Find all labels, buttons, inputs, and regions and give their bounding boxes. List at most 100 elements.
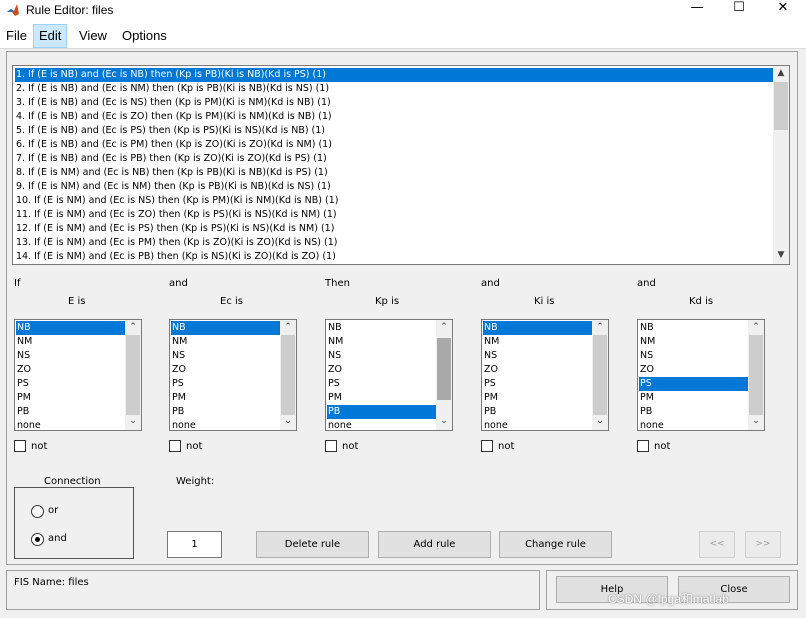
listbox-item[interactable]: PM xyxy=(16,391,127,405)
menu-file[interactable]: File xyxy=(1,24,32,48)
listbox-item[interactable]: NS xyxy=(16,349,127,363)
scroll-down-icon[interactable]: ⌄ xyxy=(748,416,764,426)
listbox-item[interactable]: NB xyxy=(483,321,594,335)
listbox-item[interactable]: PS xyxy=(327,377,438,391)
listbox-item[interactable]: PS xyxy=(171,377,282,391)
weight-input[interactable]: 1 xyxy=(167,531,222,558)
radio-or[interactable] xyxy=(31,505,44,518)
listbox-item[interactable]: PM xyxy=(171,391,282,405)
listbox-scrollbar[interactable]: ⌃ ⌄ xyxy=(280,320,296,430)
rule-row[interactable]: 10. If (E is NM) and (Ec is NS) then (Kp… xyxy=(15,194,774,208)
listbox-item[interactable]: ZO xyxy=(16,363,127,377)
scroll-up-icon[interactable]: ⌃ xyxy=(592,322,608,332)
listbox-item[interactable]: PB xyxy=(639,405,750,419)
listbox-item[interactable]: PM xyxy=(639,391,750,405)
scroll-down-icon[interactable]: ⌄ xyxy=(592,416,608,426)
change-rule-button[interactable]: Change rule xyxy=(499,531,612,558)
rule-row[interactable]: 8. If (E is NM) and (Ec is NB) then (Kp … xyxy=(15,166,774,180)
listbox-item[interactable]: PS xyxy=(483,377,594,391)
rule-list-scrollbar[interactable]: ▲ ▼ xyxy=(773,66,789,264)
listbox-item[interactable]: none xyxy=(639,419,750,430)
listbox-item[interactable]: none xyxy=(327,419,438,430)
delete-rule-button[interactable]: Delete rule xyxy=(256,531,369,558)
add-rule-button[interactable]: Add rule xyxy=(378,531,491,558)
listbox-item[interactable]: NB xyxy=(16,321,127,335)
rule-row[interactable]: 3. If (E is NB) and (Ec is NS) then (Kp … xyxy=(15,96,774,110)
rule-row[interactable]: 6. If (E is NB) and (Ec is PM) then (Kp … xyxy=(15,138,774,152)
scroll-down-icon[interactable]: ⌄ xyxy=(436,416,452,426)
rule-row[interactable]: 1. If (E is NB) and (Ec is NB) then (Kp … xyxy=(15,68,774,82)
listbox-item[interactable]: none xyxy=(171,419,282,430)
listbox-item[interactable]: NM xyxy=(171,335,282,349)
menu-view[interactable]: View xyxy=(74,24,112,48)
listbox-item[interactable]: PB xyxy=(16,405,127,419)
scroll-thumb[interactable] xyxy=(281,335,295,415)
listbox-scrollbar[interactable]: ⌃ ⌄ xyxy=(125,320,141,430)
listbox-ec[interactable]: NB NM NS ZO PS PM PB none ⌃ ⌄ xyxy=(169,319,297,431)
rule-row[interactable]: 4. If (E is NB) and (Ec is ZO) then (Kp … xyxy=(15,110,774,124)
close-window-button[interactable]: ✕ xyxy=(763,0,803,18)
rule-row[interactable]: 5. If (E is NB) and (Ec is PS) then (Kp … xyxy=(15,124,774,138)
not-checkbox-e[interactable] xyxy=(14,440,26,452)
rule-row[interactable]: 12. If (E is NM) and (Ec is PS) then (Kp… xyxy=(15,222,774,236)
listbox-item[interactable]: none xyxy=(483,419,594,430)
menu-options[interactable]: Options xyxy=(117,24,172,48)
radio-and[interactable] xyxy=(31,533,44,546)
listbox-item[interactable]: NS xyxy=(327,349,438,363)
listbox-item[interactable]: NS xyxy=(483,349,594,363)
scroll-up-icon[interactable]: ⌃ xyxy=(125,322,141,332)
listbox-item[interactable]: ZO xyxy=(327,363,438,377)
rule-row[interactable]: 2. If (E is NB) and (Ec is NM) then (Kp … xyxy=(15,82,774,96)
listbox-scrollbar[interactable]: ⌃ ⌄ xyxy=(748,320,764,430)
listbox-e[interactable]: NB NM NS ZO PS PM PB none ⌃ ⌄ xyxy=(14,319,142,431)
scroll-up-icon[interactable]: ⌃ xyxy=(748,322,764,332)
listbox-item[interactable]: NB xyxy=(327,321,438,335)
scroll-thumb[interactable] xyxy=(774,82,788,130)
listbox-item[interactable]: NB xyxy=(171,321,282,335)
listbox-item[interactable]: NS xyxy=(171,349,282,363)
listbox-item[interactable]: PB xyxy=(171,405,282,419)
menu-edit[interactable]: Edit xyxy=(33,24,68,48)
not-checkbox-ec[interactable] xyxy=(169,440,181,452)
prev-rule-button[interactable]: << xyxy=(699,531,735,558)
not-checkbox-ki[interactable] xyxy=(481,440,493,452)
scroll-up-icon[interactable]: ⌃ xyxy=(280,322,296,332)
listbox-item[interactable]: ZO xyxy=(171,363,282,377)
minimize-button[interactable]: — xyxy=(677,0,717,18)
scroll-up-icon[interactable]: ⌃ xyxy=(436,322,452,332)
not-checkbox-kd[interactable] xyxy=(637,440,649,452)
scroll-down-icon[interactable]: ▼ xyxy=(773,250,789,260)
scroll-thumb[interactable] xyxy=(437,338,451,400)
scroll-down-icon[interactable]: ⌄ xyxy=(280,416,296,426)
rule-row[interactable]: 11. If (E is NM) and (Ec is ZO) then (Kp… xyxy=(15,208,774,222)
maximize-button[interactable]: ☐ xyxy=(719,0,759,18)
rule-row[interactable]: 7. If (E is NB) and (Ec is PB) then (Kp … xyxy=(15,152,774,166)
listbox-item[interactable]: ZO xyxy=(483,363,594,377)
listbox-item[interactable]: PM xyxy=(483,391,594,405)
listbox-item[interactable]: none xyxy=(16,419,127,430)
scroll-thumb[interactable] xyxy=(126,335,140,415)
scroll-up-icon[interactable]: ▲ xyxy=(773,68,789,78)
listbox-item[interactable]: PM xyxy=(327,391,438,405)
scroll-thumb[interactable] xyxy=(593,335,607,415)
listbox-ki[interactable]: NB NM NS ZO PS PM PB none ⌃ ⌄ xyxy=(481,319,609,431)
rule-list[interactable]: 1. If (E is NB) and (Ec is NB) then (Kp … xyxy=(12,65,790,265)
listbox-item[interactable]: PB xyxy=(327,405,438,419)
listbox-item[interactable]: PS xyxy=(639,377,750,391)
listbox-item[interactable]: NM xyxy=(639,335,750,349)
listbox-kp[interactable]: NB NM NS ZO PS PM PB none ⌃ ⌄ xyxy=(325,319,453,431)
listbox-item[interactable]: NM xyxy=(327,335,438,349)
listbox-item[interactable]: NM xyxy=(483,335,594,349)
listbox-item[interactable]: ZO xyxy=(639,363,750,377)
not-checkbox-kp[interactable] xyxy=(325,440,337,452)
scroll-thumb[interactable] xyxy=(749,335,763,415)
scroll-down-icon[interactable]: ⌄ xyxy=(125,416,141,426)
rule-row[interactable]: 13. If (E is NM) and (Ec is PM) then (Kp… xyxy=(15,236,774,250)
listbox-scrollbar[interactable]: ⌃ ⌄ xyxy=(592,320,608,430)
listbox-item[interactable]: PS xyxy=(16,377,127,391)
rule-row[interactable]: 14. If (E is NM) and (Ec is PB) then (Kp… xyxy=(15,250,774,264)
rule-row[interactable]: 9. If (E is NM) and (Ec is NM) then (Kp … xyxy=(15,180,774,194)
listbox-scrollbar[interactable]: ⌃ ⌄ xyxy=(436,320,452,430)
next-rule-button[interactable]: >> xyxy=(745,531,781,558)
listbox-item[interactable]: NS xyxy=(639,349,750,363)
